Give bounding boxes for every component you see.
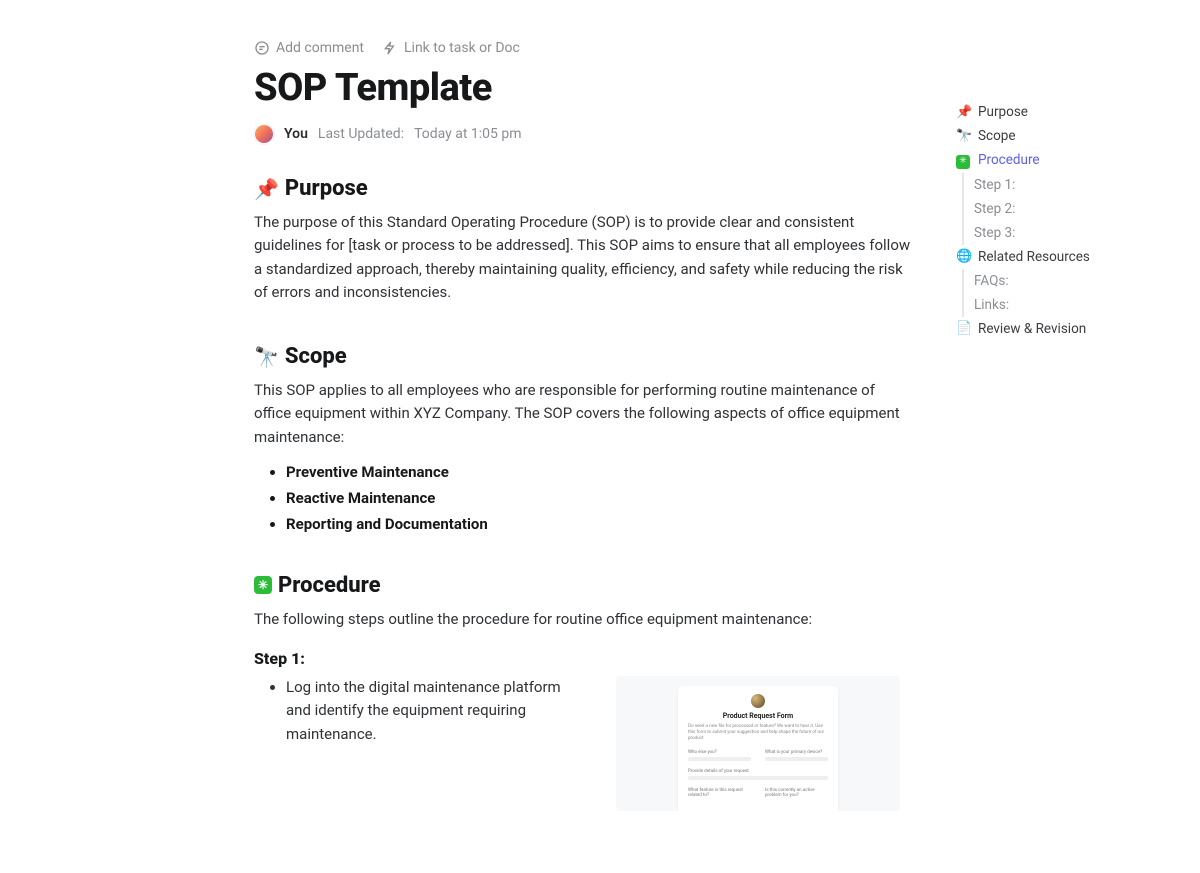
link-task-label: Link to task or Doc [404, 40, 520, 56]
form-field-label: Is this currently an active problem for … [765, 788, 828, 798]
procedure-body[interactable]: The following steps outline the procedur… [254, 608, 914, 631]
outline-resources-subs: FAQs: Links: [962, 269, 1156, 317]
purpose-body[interactable]: The purpose of this Standard Operating P… [254, 211, 914, 304]
pushpin-icon: 📌 [254, 177, 279, 201]
outline-sub-faqs[interactable]: FAQs: [974, 269, 1156, 293]
outline-label: Procedure [978, 152, 1040, 168]
outline-item-review[interactable]: 📄 Review & Revision [956, 317, 1156, 341]
purpose-heading[interactable]: 📌 Purpose [254, 176, 914, 201]
scope-heading-text: Scope [285, 344, 347, 369]
add-comment-button[interactable]: Add comment [254, 40, 364, 56]
form-avatar-icon [751, 694, 765, 708]
outline-sub-step1[interactable]: Step 1: [974, 173, 1156, 197]
meta-row: You Last Updated: Today at 1:05 pm [254, 124, 914, 144]
outline-item-scope[interactable]: 🔭 Scope [956, 124, 1156, 148]
page-icon: 📄 [956, 321, 972, 336]
telescope-icon: 🔭 [254, 345, 279, 369]
procedure-heading[interactable]: Procedure [254, 573, 914, 598]
list-item[interactable]: Reporting and Documentation [286, 515, 914, 533]
list-item[interactable]: Log into the digital maintenance platfor… [286, 676, 566, 746]
scope-heading[interactable]: 🔭 Scope [254, 344, 914, 369]
asterisk-icon [254, 576, 272, 594]
outline-label: Review & Revision [978, 321, 1086, 337]
purpose-heading-text: Purpose [285, 176, 368, 201]
outline-label: Step 2: [974, 201, 1015, 217]
step-1-heading[interactable]: Step 1: [254, 649, 914, 668]
last-updated-label: Last Updated: [318, 126, 404, 142]
document-body: Add comment Link to task or Doc SOP Temp… [254, 40, 914, 811]
outline-panel: 📌 Purpose 🔭 Scope Procedure Step 1: Step… [956, 100, 1156, 341]
form-title: Product Request Form [688, 712, 828, 720]
form-field-label: What is your primary device? [765, 750, 828, 755]
outline-procedure-subs: Step 1: Step 2: Step 3: [962, 173, 1156, 245]
comment-icon [254, 40, 270, 56]
add-comment-label: Add comment [276, 40, 364, 56]
outline-label: Purpose [978, 104, 1028, 120]
form-preview-image[interactable]: Product Request Form Do need a new file … [616, 676, 900, 811]
outline-sub-step2[interactable]: Step 2: [974, 197, 1156, 221]
form-field-label: Who else you? [688, 750, 751, 755]
outline-label: Scope [978, 128, 1016, 144]
telescope-icon: 🔭 [956, 129, 972, 144]
page-title[interactable]: SOP Template [254, 66, 914, 110]
list-item[interactable]: Reactive Maintenance [286, 489, 914, 507]
outline-item-resources[interactable]: 🌐 Related Resources [956, 245, 1156, 269]
outline-item-purpose[interactable]: 📌 Purpose [956, 100, 1156, 124]
form-field-label: What feature is this request related to? [688, 788, 751, 798]
form-desc: Do need a new file for processed or feat… [688, 724, 828, 742]
asterisk-icon [956, 152, 972, 169]
link-icon [382, 40, 398, 56]
step-1-row: Log into the digital maintenance platfor… [254, 676, 914, 811]
outline-label: Step 1: [974, 177, 1015, 193]
form-card: Product Request Form Do need a new file … [678, 686, 838, 811]
step-1-list[interactable]: Log into the digital maintenance platfor… [286, 676, 566, 746]
outline-sub-step3[interactable]: Step 3: [974, 221, 1156, 245]
form-field-label: Provide details of your request [688, 769, 828, 774]
procedure-heading-text: Procedure [278, 573, 381, 598]
list-item[interactable]: Preventive Maintenance [286, 463, 914, 481]
doc-toolbar: Add comment Link to task or Doc [254, 40, 914, 56]
link-task-button[interactable]: Link to task or Doc [382, 40, 520, 56]
scope-list[interactable]: Preventive Maintenance Reactive Maintena… [286, 463, 914, 533]
outline-item-procedure[interactable]: Procedure [956, 148, 1156, 173]
globe-icon: 🌐 [956, 249, 972, 264]
pushpin-icon: 📌 [956, 105, 972, 120]
author-name[interactable]: You [284, 126, 308, 142]
outline-label: Related Resources [978, 249, 1090, 265]
last-updated-value: Today at 1:05 pm [414, 126, 521, 142]
outline-label: Links: [974, 297, 1009, 313]
outline-label: Step 3: [974, 225, 1015, 241]
scope-body[interactable]: This SOP applies to all employees who ar… [254, 379, 914, 449]
outline-label: FAQs: [974, 273, 1009, 289]
outline-sub-links[interactable]: Links: [974, 293, 1156, 317]
avatar[interactable] [254, 124, 274, 144]
